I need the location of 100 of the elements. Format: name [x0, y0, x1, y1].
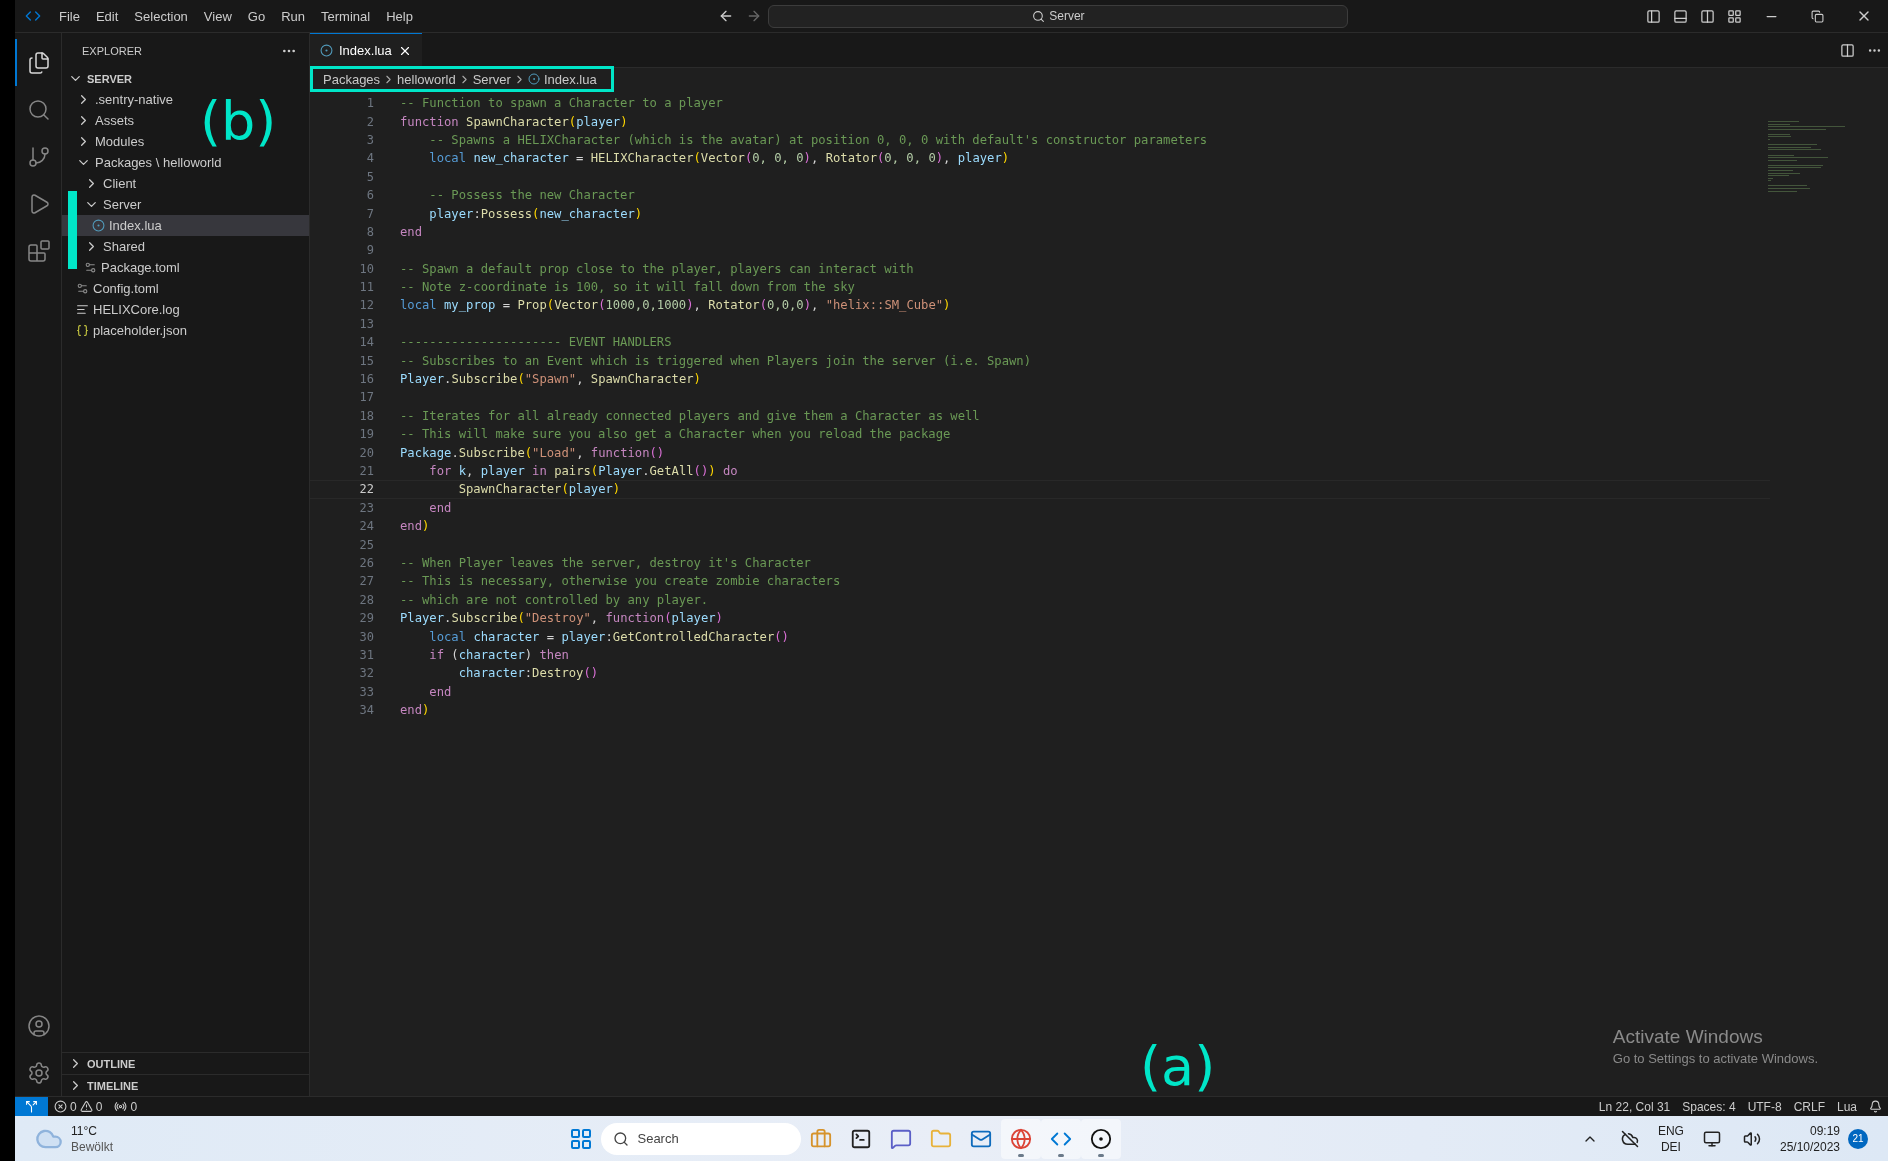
tree-item[interactable]: Config.toml: [62, 278, 309, 299]
clock-time[interactable]: 09:19: [1779, 1122, 1840, 1139]
temperature: 11°C: [71, 1122, 98, 1139]
code-line: -- Iterates for all already connected players and give them a Character as well: [400, 408, 980, 423]
line-number: 14: [358, 335, 375, 350]
code-line: if (character) then: [428, 647, 569, 662]
menu-item[interactable]: Go: [239, 8, 274, 24]
line-number: 19: [358, 427, 375, 442]
panel-toggle-icon[interactable]: [1673, 8, 1688, 24]
search-icon: [613, 1130, 630, 1147]
line-number: 3: [365, 132, 375, 147]
app-logo-icon: [25, 8, 41, 24]
line-number: 32: [358, 666, 375, 681]
command-center-field[interactable]: Server: [768, 4, 1349, 28]
line-number: 5: [365, 169, 375, 184]
clock-date[interactable]: 25/10/2023: [1779, 1138, 1840, 1155]
browser-app-icon[interactable]: [1001, 1118, 1042, 1159]
tree-item[interactable]: Package.toml: [62, 257, 309, 278]
code-line: end: [400, 224, 422, 239]
breadcrumb-item[interactable]: helloworld: [397, 71, 456, 87]
code-line: local character = player:GetControlledCharacter(): [428, 629, 789, 644]
remote-button[interactable]: [15, 1097, 48, 1116]
line-number: 15: [358, 353, 375, 368]
lua-file-icon: [527, 73, 540, 85]
search-icon: [1032, 9, 1046, 23]
tree-item[interactable]: Client: [62, 173, 309, 194]
code-line: end: [428, 684, 452, 699]
code-line: -- Subscribes to an Event which is triggered when Players join the server (i.e. Spawn): [400, 353, 1032, 368]
code-line: local my_prop = Prop(Vector(1000,0,1000), Rotator(0,0,0), "helix::SM_Cube"): [400, 298, 951, 313]
tree-item[interactable]: Packages \ helloworld: [62, 152, 309, 173]
line-number: 28: [358, 592, 375, 607]
code-line: Package.Subscribe("Load", function(): [400, 445, 665, 460]
line-number: 4: [365, 151, 375, 166]
language-indicator[interactable]: ENG: [1657, 1122, 1684, 1139]
sidebar-toggle-icon[interactable]: [1646, 8, 1661, 24]
line-number: 9: [365, 243, 375, 258]
code-line: character:Destroy(): [457, 666, 599, 681]
code-line: -- Spawns a HELIXCharacter (which is the avatar) at position 0, 0, 0 with default's constructor parameters: [428, 132, 1208, 147]
notification-badge[interactable]: 21: [1848, 1128, 1868, 1149]
lua-file-icon: [320, 44, 333, 57]
menu-item[interactable]: Edit: [87, 8, 127, 24]
tree-item[interactable]: HELIXCore.log: [62, 299, 309, 320]
tree-root[interactable]: SERVER: [62, 68, 309, 89]
layout-indicator[interactable]: DEI: [1657, 1138, 1684, 1155]
layout-icon[interactable]: [1727, 8, 1742, 24]
breadcrumb-item[interactable]: Index.lua: [527, 71, 597, 87]
error-icon: [54, 1100, 67, 1113]
code-line: -- Spawn a default prop close to the player, players can interact with: [400, 261, 914, 276]
language-status[interactable]: Lua: [1830, 1099, 1863, 1114]
menu-item[interactable]: File: [51, 8, 88, 24]
line-number: 13: [358, 316, 375, 331]
code-line: -- Possess the new Character: [428, 188, 635, 203]
line-number: 10: [358, 261, 375, 276]
cursor-position[interactable]: Ln 22, Col 31: [1592, 1099, 1677, 1114]
menu-item[interactable]: Run: [273, 8, 313, 24]
menu-item[interactable]: Help: [378, 8, 421, 24]
line-number: 2: [365, 114, 375, 129]
editor-tab[interactable]: Index.lua: [310, 33, 422, 67]
line-number: 16: [358, 372, 375, 387]
annotation-label: (b): [200, 95, 277, 149]
notice-text: Go to Settings to activate Windows.: [1612, 1051, 1818, 1066]
ports-status[interactable]: 0: [108, 1099, 144, 1114]
warning-icon: [79, 1100, 93, 1113]
code-line: end): [400, 519, 430, 534]
line-number: 29: [358, 611, 375, 626]
code-line: SpawnCharacter(player): [457, 482, 621, 497]
code-line: end): [400, 703, 430, 718]
windows-logo-icon: [569, 1126, 594, 1151]
tree-item[interactable]: placeholder.json: [62, 320, 309, 341]
code-line: Player.Subscribe("Destroy", function(player): [400, 611, 723, 626]
encoding-status[interactable]: UTF-8: [1741, 1099, 1788, 1114]
code-line: function SpawnCharacter(player): [400, 114, 628, 129]
code-line: for k, player in pairs(Player.GetAll()) do: [428, 464, 738, 478]
taskbar-search-field[interactable]: Search: [601, 1122, 802, 1155]
breadcrumb-item[interactable]: Server: [472, 71, 511, 87]
tree-item[interactable]: Server: [62, 194, 309, 215]
restore-icon[interactable]: [1811, 9, 1824, 23]
split-toggle-icon[interactable]: [1700, 8, 1715, 24]
split-editor-icon[interactable]: [1840, 42, 1855, 58]
problems-status[interactable]: 0 0: [48, 1099, 109, 1114]
annotation-label: (a): [1140, 1040, 1216, 1094]
menu-item[interactable]: Selection: [126, 8, 196, 24]
code-line: Player.Subscribe("Spawn", SpawnCharacter): [400, 372, 701, 387]
tree-item[interactable]: Shared: [62, 236, 309, 257]
panel-header[interactable]: OUTLINE: [62, 1052, 309, 1074]
indent-status[interactable]: Spaces: 4: [1676, 1099, 1742, 1114]
line-number: 20: [358, 445, 375, 460]
code-line: player:Possess(new_character): [428, 206, 643, 221]
menu-item[interactable]: Terminal: [313, 8, 379, 24]
code-line: end: [428, 500, 452, 515]
menu-item[interactable]: View: [195, 8, 240, 24]
line-number: 8: [365, 224, 375, 239]
tree-item[interactable]: Index.lua: [62, 215, 309, 236]
bell-icon[interactable]: [1869, 1100, 1882, 1113]
antenna-icon: [114, 1100, 128, 1113]
code-line: local new_character = HELIXCharacter(Vector(0, 0, 0), Rotator(0, 0, 0), player): [428, 151, 1010, 166]
eol-status[interactable]: CRLF: [1787, 1099, 1831, 1114]
breadcrumb-item[interactable]: Packages: [323, 71, 381, 87]
code-line: -- Note z-coordinate is 100, so it will fall down from the sky: [400, 280, 855, 295]
line-number: 24: [358, 519, 375, 534]
